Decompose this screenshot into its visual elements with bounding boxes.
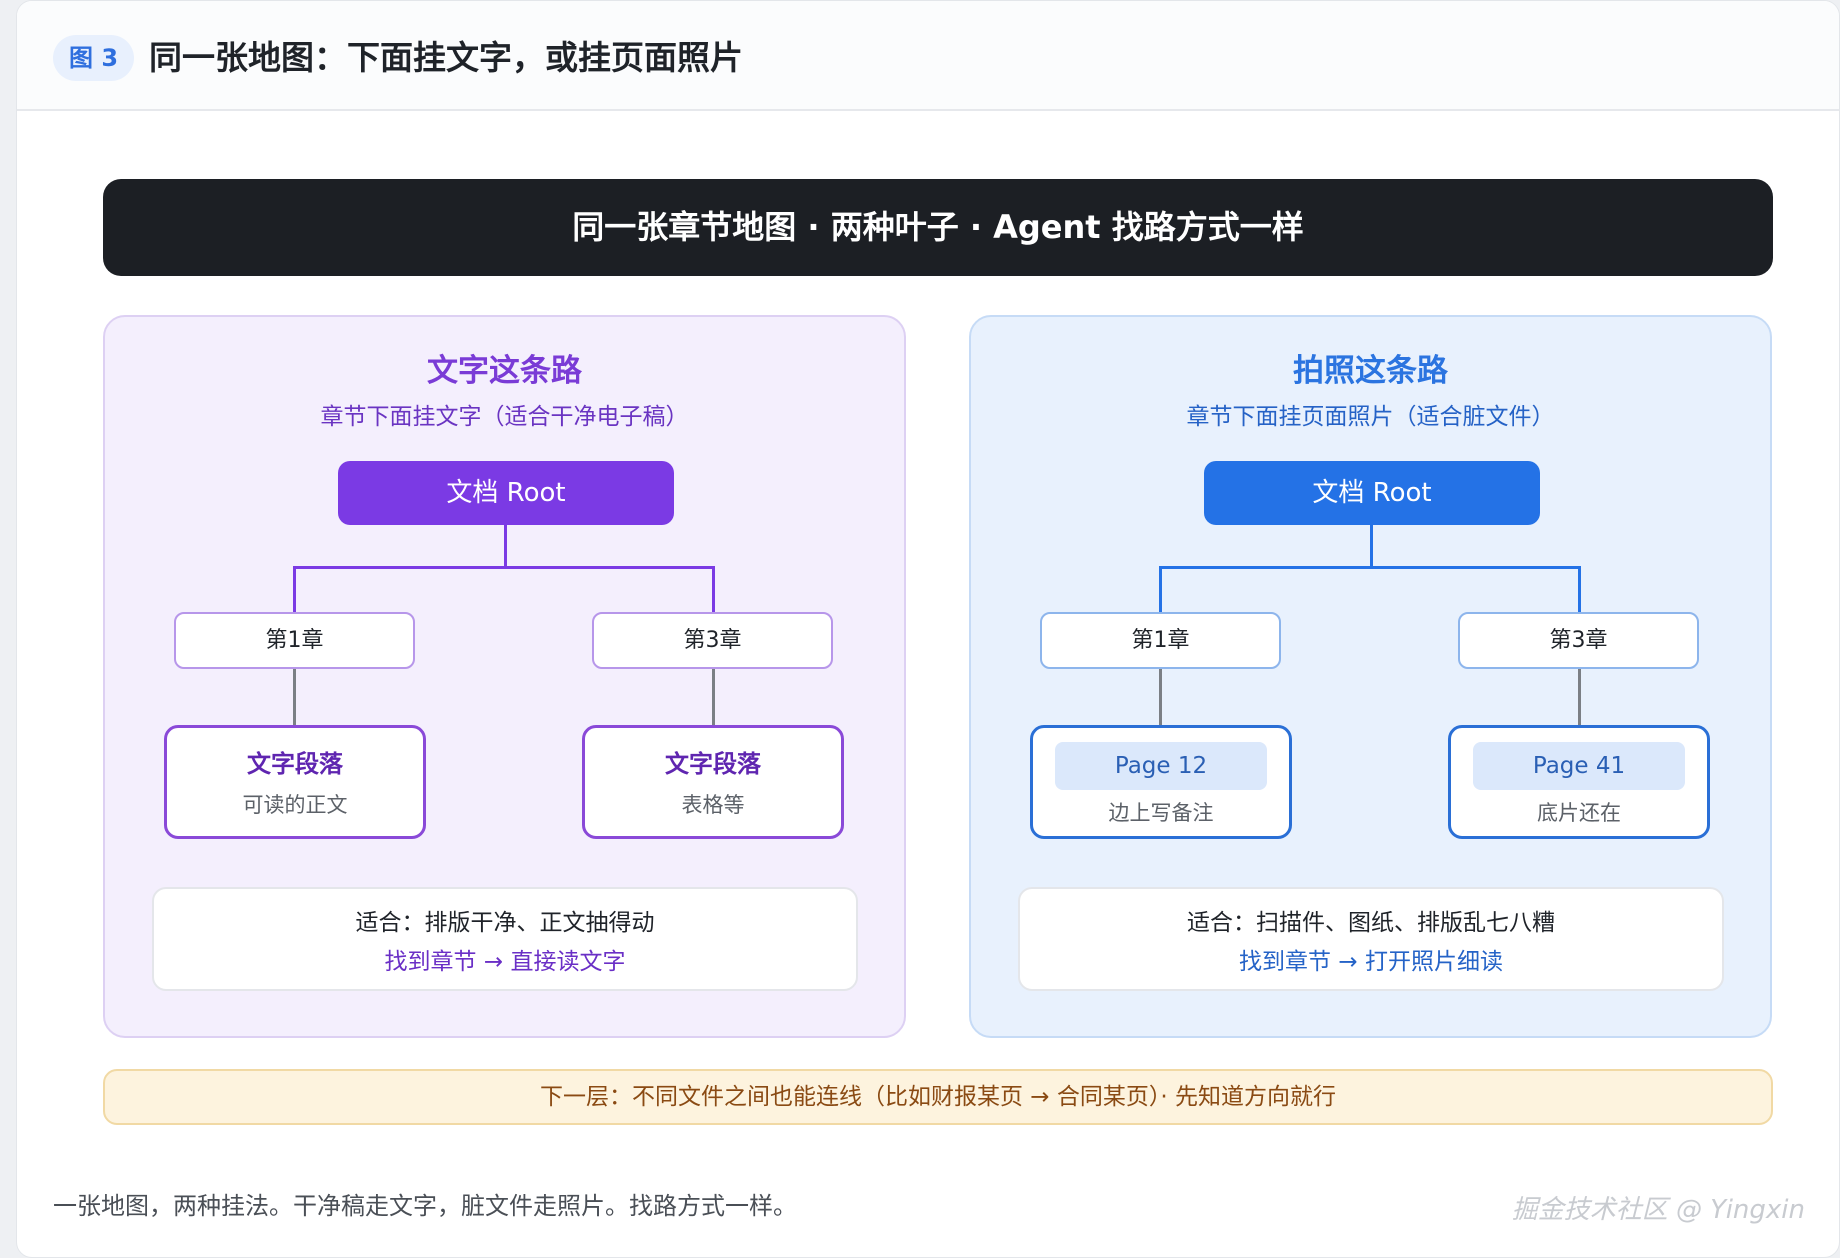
leaf-title: 文字段落 <box>665 750 761 778</box>
branch-connector <box>293 566 715 569</box>
branch-right-drop <box>1578 566 1581 613</box>
figure-header: 图 3 同一张地图：下面挂文字，或挂页面照片 <box>17 1 1839 111</box>
diagram-banner: 同一张章节地图 · 两种叶子 · Agent 找路方式一样 <box>103 179 1773 276</box>
leaf-description: 表格等 <box>681 793 745 817</box>
suitability-box: 适合：排版干净、正文抽得动 找到章节 → 直接读文字 <box>152 887 858 991</box>
photo-leaf-node: Page 41 底片还在 <box>1448 725 1710 839</box>
chapter-node-3: 第3章 <box>592 612 833 669</box>
root-stem-connector <box>1370 525 1373 567</box>
photo-leaf-node: Page 12 边上写备注 <box>1030 725 1292 839</box>
page-chip: Page 41 <box>1473 742 1685 790</box>
branch-connector <box>1159 566 1581 569</box>
root-node: 文档 Root <box>1204 461 1540 525</box>
leaf-description: 可读的正文 <box>242 793 348 817</box>
panel-title: 拍照这条路 <box>1293 353 1448 389</box>
root-node: 文档 Root <box>338 461 674 525</box>
next-layer-note: 下一层：不同文件之间也能连线（比如财报某页 → 合同某页）· 先知道方向就行 <box>103 1069 1773 1125</box>
text-path-panel: 文字这条路 章节下面挂文字（适合干净电子稿） 文档 Root 第1章 第3章 文… <box>103 315 906 1038</box>
figure-number-badge: 图 3 <box>53 35 135 81</box>
suitability-text: 适合：扫描件、图纸、排版乱七八糟 <box>1187 910 1555 936</box>
text-leaf-node: 文字段落 表格等 <box>582 725 844 839</box>
leaf-title: 文字段落 <box>247 750 343 778</box>
branch-left-drop <box>1159 566 1162 613</box>
branch-left-drop <box>293 566 296 613</box>
figure-card: 图 3 同一张地图：下面挂文字，或挂页面照片 同一张章节地图 · 两种叶子 · … <box>16 0 1840 1258</box>
chapter-3-leaf-connector <box>712 669 715 726</box>
chapter-node-1: 第1章 <box>1040 612 1281 669</box>
watermark: 掘金技术社区 @ Yingxin <box>1511 1195 1805 1225</box>
text-leaf-node: 文字段落 可读的正文 <box>164 725 426 839</box>
chapter-1-leaf-connector <box>293 669 296 726</box>
page-chip: Page 12 <box>1055 742 1267 790</box>
photo-path-panel: 拍照这条路 章节下面挂页面照片（适合脏文件） 文档 Root 第1章 第3章 P… <box>969 315 1772 1038</box>
panel-title: 文字这条路 <box>427 353 582 389</box>
chapter-1-leaf-connector <box>1159 669 1162 726</box>
panel-subtitle: 章节下面挂文字（适合干净电子稿） <box>320 404 689 430</box>
chapter-node-1: 第1章 <box>174 612 415 669</box>
route-text: 找到章节 → 打开照片细读 <box>1239 949 1503 975</box>
chapter-3-leaf-connector <box>1578 669 1581 726</box>
suitability-text: 适合：排版干净、正文抽得动 <box>355 910 655 936</box>
page-note: 底片还在 <box>1537 801 1621 825</box>
route-text: 找到章节 → 直接读文字 <box>384 949 626 975</box>
figure-title: 同一张地图：下面挂文字，或挂页面照片 <box>149 38 743 77</box>
chapter-node-3: 第3章 <box>1458 612 1699 669</box>
root-stem-connector <box>504 525 507 567</box>
panel-subtitle: 章节下面挂页面照片（适合脏文件） <box>1186 404 1555 430</box>
suitability-box: 适合：扫描件、图纸、排版乱七八糟 找到章节 → 打开照片细读 <box>1018 887 1724 991</box>
figure-caption: 一张地图，两种挂法。干净稿走文字，脏文件走照片。找路方式一样。 <box>53 1192 797 1220</box>
page-note: 边上写备注 <box>1108 801 1214 825</box>
branch-right-drop <box>712 566 715 613</box>
